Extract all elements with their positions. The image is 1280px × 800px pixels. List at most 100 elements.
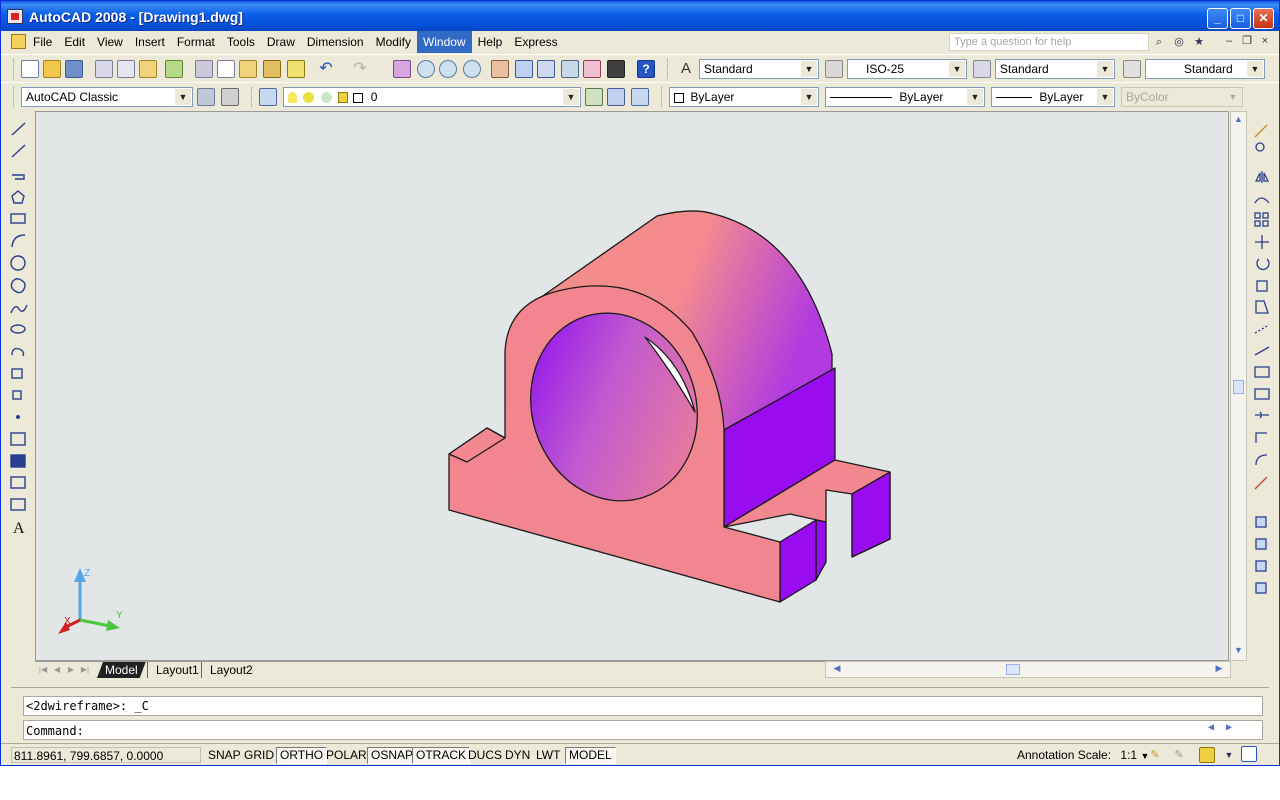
workspace-select[interactable]: AutoCAD Classic ▼ (21, 87, 193, 107)
toolbar-grip[interactable] (13, 59, 16, 79)
auto-scale-icon[interactable]: ✎ (1171, 747, 1187, 763)
menu-draw[interactable]: Draw (261, 31, 301, 53)
mirror-icon[interactable] (1254, 171, 1270, 183)
table-style-icon[interactable] (973, 60, 991, 78)
menu-insert[interactable]: Insert (129, 31, 171, 53)
annotation-scale-select[interactable]: 1:1 (1120, 748, 1137, 762)
last-tab-icon[interactable]: ▶| (79, 664, 91, 676)
publish-icon[interactable] (139, 60, 157, 78)
save-icon[interactable] (65, 60, 83, 78)
rotate-icon[interactable] (1256, 258, 1270, 271)
menu-edit[interactable]: Edit (58, 31, 91, 53)
gradient-icon[interactable] (10, 454, 26, 468)
scroll-right-icon[interactable]: ▶ (1212, 663, 1226, 676)
stretch-icon[interactable] (1255, 300, 1269, 314)
menu-help[interactable]: Help (472, 31, 509, 53)
break-icon[interactable] (1254, 388, 1270, 400)
3d-dwf-icon[interactable] (165, 60, 183, 78)
new-icon[interactable] (21, 60, 39, 78)
zoom-realtime-icon[interactable] (417, 60, 435, 78)
open-icon[interactable] (43, 60, 61, 78)
make-block-icon[interactable] (12, 390, 22, 400)
title-bar[interactable]: AutoCAD 2008 - [Drawing1.dwg] _ □ ✕ (1, 1, 1279, 31)
menu-view[interactable]: View (91, 31, 129, 53)
model-toggle[interactable]: MODEL (565, 747, 616, 764)
array-icon[interactable] (1254, 212, 1261, 219)
multileader-style-icon[interactable] (1123, 60, 1141, 78)
vertical-scrollbar[interactable]: ▲ ▼ (1230, 111, 1247, 661)
multiline-text-icon[interactable]: A (13, 520, 25, 537)
help-search-input[interactable]: Type a question for help (949, 33, 1149, 51)
lwt-toggle[interactable]: LWT (532, 747, 564, 764)
break-at-point-icon[interactable] (1254, 366, 1270, 378)
help-icon[interactable]: ? (637, 60, 655, 78)
lock-icon[interactable] (1199, 747, 1215, 763)
chevron-down-icon[interactable]: ▼ (1097, 61, 1113, 77)
extend-icon[interactable] (1254, 346, 1270, 356)
zoom-previous-icon[interactable] (463, 60, 481, 78)
linetype-select[interactable]: ByLayer ▼ (825, 87, 985, 107)
chevron-down-icon[interactable]: ▼ (801, 89, 817, 105)
menu-window[interactable]: Window (416, 31, 472, 53)
autocad-app-icon[interactable] (7, 9, 23, 24)
tab-layout1[interactable]: Layout1 (147, 662, 207, 678)
toolbar-grip[interactable] (251, 87, 254, 107)
toolbar-grip[interactable] (13, 87, 16, 107)
fillet-icon[interactable] (1255, 454, 1268, 466)
plot-icon[interactable] (95, 60, 113, 78)
dim-style-icon[interactable] (825, 60, 843, 78)
scroll-down-icon[interactable]: ▼ (1232, 645, 1245, 659)
command-line-input[interactable]: Command: ◀▶ (23, 720, 1263, 740)
revision-cloud-icon[interactable] (10, 278, 26, 294)
polygon-icon[interactable] (11, 190, 25, 204)
chevron-down-icon[interactable]: ▼ (1097, 89, 1113, 105)
menu-modify[interactable]: Modify (370, 31, 417, 53)
prev-tab-icon[interactable]: ◀ (51, 664, 63, 676)
scroll-up-icon[interactable]: ▲ (1232, 114, 1245, 128)
insert-block-icon[interactable] (11, 368, 23, 379)
tab-model[interactable]: Model (97, 662, 146, 678)
table-icon[interactable] (10, 498, 26, 511)
command-scroll-icons[interactable]: ◀▶ (1208, 722, 1244, 733)
menu-format[interactable]: Format (171, 31, 221, 53)
draworder-under-icon[interactable] (1255, 582, 1267, 594)
undo-icon[interactable]: ↶ (317, 60, 335, 78)
trim-icon[interactable] (1254, 324, 1270, 334)
status-menu-icon[interactable]: ▼ (1221, 747, 1237, 763)
close-button[interactable]: ✕ (1253, 8, 1274, 29)
otrack-toggle[interactable]: OTRACK (412, 747, 471, 764)
properties-icon[interactable] (491, 60, 509, 78)
layer-state-icon[interactable] (631, 88, 649, 106)
color-select[interactable]: ByLayer ▼ (669, 87, 819, 107)
minimize-button[interactable]: _ (1207, 8, 1228, 29)
layer-manager-icon[interactable] (259, 88, 277, 106)
text-style-select[interactable]: Standard ▼ (699, 59, 819, 79)
next-tab-icon[interactable]: ▶ (65, 664, 77, 676)
chevron-down-icon[interactable]: ▼ (801, 61, 817, 77)
pan-realtime-icon[interactable] (393, 60, 411, 78)
vertical-scroll-thumb[interactable] (1233, 380, 1244, 394)
offset-icon[interactable] (1254, 197, 1270, 204)
search-icon[interactable]: ⌕ (1151, 34, 1167, 50)
grid-toggle[interactable]: GRID (240, 747, 278, 764)
block-editor-icon[interactable] (287, 60, 305, 78)
tab-layout2[interactable]: Layout2 (201, 662, 261, 678)
chevron-down-icon[interactable]: ▼ (967, 89, 983, 105)
polyline-icon[interactable] (12, 174, 25, 180)
cut-icon[interactable] (195, 60, 213, 78)
join-icon[interactable] (1255, 411, 1269, 419)
maximize-button[interactable]: □ (1230, 8, 1251, 29)
ducs-toggle[interactable]: DUCS (464, 747, 506, 764)
lineweight-select[interactable]: ByLayer ▼ (991, 87, 1115, 107)
quickcalc-icon[interactable] (607, 60, 625, 78)
menu-express[interactable]: Express (508, 31, 563, 53)
hatch-icon[interactable] (10, 432, 26, 446)
chevron-down-icon[interactable]: ▼ (949, 61, 965, 77)
move-icon[interactable] (1255, 235, 1269, 249)
explode-icon[interactable] (1254, 476, 1268, 490)
markup-set-manager-icon[interactable] (583, 60, 601, 78)
toolbar-grip[interactable] (661, 87, 664, 107)
clean-screen-icon[interactable] (1241, 746, 1257, 762)
chevron-down-icon[interactable]: ▼ (563, 89, 579, 105)
coordinates-display[interactable]: 811.8961, 799.6857, 0.0000 (11, 747, 201, 763)
